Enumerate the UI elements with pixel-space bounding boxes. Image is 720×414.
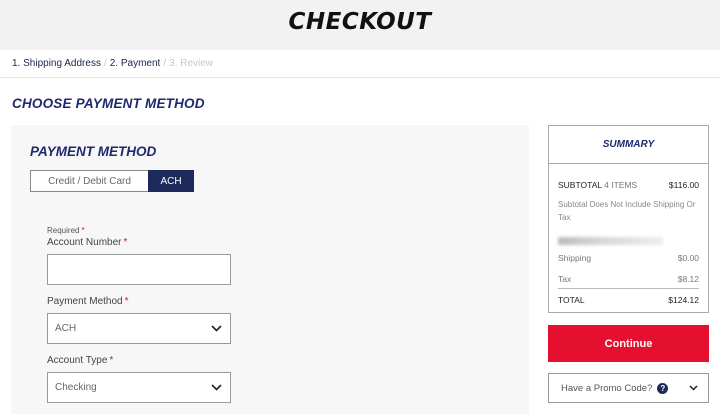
required-note: Required * <box>47 226 231 235</box>
subtotal-label: SUBTOTAL 4 ITEMS <box>558 180 637 190</box>
tax-label: Tax <box>558 274 572 284</box>
chevron-down-icon <box>689 383 698 394</box>
account-type-select[interactable]: Checking <box>47 372 231 403</box>
total-label: TOTAL <box>558 295 585 305</box>
summary-divider <box>558 288 699 289</box>
shipping-row: Shipping $0.00 <box>558 253 699 263</box>
subtotal-row: SUBTOTAL 4 ITEMS $116.00 <box>558 180 699 190</box>
page-title: CHECKOUT <box>288 9 432 35</box>
account-number-label-text: Account Number <box>47 237 122 248</box>
tax-value: $8.12 <box>677 274 699 284</box>
breadcrumb: 1. Shipping Address / 2. Payment / 3. Re… <box>12 58 213 69</box>
question-circle-icon[interactable]: ? <box>657 382 669 394</box>
continue-button[interactable]: Continue <box>548 325 709 362</box>
promo-code-toggle[interactable]: Have a Promo Code? ? <box>548 373 709 403</box>
breadcrumb-separator: / <box>163 58 167 69</box>
payment-method-select[interactable]: ACH <box>47 313 231 344</box>
account-type-label: Account Type * <box>47 355 231 366</box>
chevron-down-icon <box>210 382 222 394</box>
shipping-value: $0.00 <box>677 253 699 263</box>
section-heading: CHOOSE PAYMENT METHOD <box>12 96 205 111</box>
chevron-down-icon <box>210 323 222 335</box>
payment-method-label: Payment Method * <box>47 296 231 307</box>
account-type-value: Checking <box>55 382 97 393</box>
breadcrumb-separator: / <box>103 58 107 69</box>
order-summary: SUMMARY SUBTOTAL 4 ITEMS $116.00 Subtota… <box>548 125 709 313</box>
ach-button[interactable]: ACH <box>148 170 194 192</box>
breadcrumb-step-payment: 2. Payment <box>109 58 161 69</box>
account-number-input[interactable] <box>47 254 231 285</box>
header-bar: CHECKOUT <box>0 0 720 50</box>
total-value: $124.12 <box>668 295 699 305</box>
breadcrumb-step-shipping[interactable]: 1. Shipping Address <box>12 58 101 69</box>
total-row: TOTAL $124.12 <box>558 295 699 305</box>
tax-row: Tax $8.12 <box>558 274 699 284</box>
subtotal-note: Subtotal Does Not Include Shipping Or Ta… <box>558 200 696 222</box>
credit-debit-card-button[interactable]: Credit / Debit Card <box>30 170 148 192</box>
shipping-label: Shipping <box>558 253 592 263</box>
account-number-label: Account Number * <box>47 237 231 248</box>
header-divider <box>0 77 720 78</box>
payment-panel: PAYMENT METHOD Credit / Debit Card ACH R… <box>11 125 529 414</box>
payment-method-heading: PAYMENT METHOD <box>30 144 157 159</box>
summary-title: SUMMARY <box>549 126 708 164</box>
breadcrumb-step-review: 3. Review <box>169 58 214 69</box>
required-star: * <box>124 296 129 307</box>
ach-form: Required * Account Number * Payment Method… <box>47 226 231 403</box>
payment-method-label-text: Payment Method <box>47 296 123 307</box>
account-type-label-text: Account Type <box>47 355 108 366</box>
payment-method-value: ACH <box>55 323 77 334</box>
required-note-text: Required <box>47 226 80 235</box>
item-count: 4 ITEMS <box>604 180 638 190</box>
required-star: * <box>109 355 114 366</box>
redacted-line <box>558 237 663 245</box>
promo-code-label: Have a Promo Code? <box>561 382 653 394</box>
required-star: * <box>123 237 128 248</box>
payment-type-toggle: Credit / Debit Card ACH <box>30 170 194 192</box>
required-star: * <box>81 226 85 235</box>
subtotal-label-text: SUBTOTAL <box>558 180 602 190</box>
subtotal-value: $116.00 <box>668 180 699 190</box>
